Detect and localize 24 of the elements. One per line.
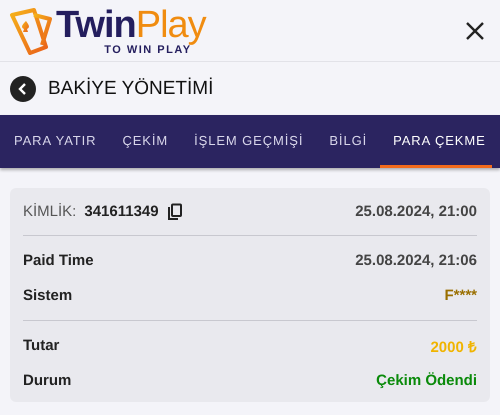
field-value: F****	[444, 287, 477, 304]
field-value: 25.08.2024, 21:06	[355, 252, 477, 269]
created-date: 25.08.2024, 21:00	[355, 203, 477, 220]
field-label: Durum	[23, 372, 72, 389]
id-label: KİMLİK:	[23, 203, 76, 220]
field-value: Çekim Ödendi	[376, 372, 477, 389]
tab[interactable]: PARA ÇEKME	[380, 115, 492, 168]
tab[interactable]: PARA YATIR	[14, 115, 110, 168]
close-button[interactable]	[464, 20, 486, 42]
tab[interactable]: BİLGİ	[316, 115, 380, 168]
field-label: Sistem	[23, 287, 72, 304]
back-button[interactable]	[10, 76, 36, 102]
tab[interactable]: İŞLEM GEÇMİŞİ	[181, 115, 316, 168]
copy-icon[interactable]	[166, 202, 183, 220]
tab[interactable]: ÇEKİM	[109, 115, 182, 168]
id-value: 341611349	[84, 203, 159, 220]
logo-wordmark: TwinPlay	[56, 6, 206, 44]
field-label: Tutar	[23, 337, 60, 354]
logo-cards-icon	[8, 6, 54, 54]
chevron-left-icon	[17, 82, 29, 96]
page-title: BAKİYE YÖNETİMİ	[48, 78, 214, 100]
logo-tagline: TO WIN PLAY	[104, 44, 192, 56]
field-label: Paid Time	[23, 252, 94, 269]
field-value: 2000 ₺	[430, 338, 477, 356]
